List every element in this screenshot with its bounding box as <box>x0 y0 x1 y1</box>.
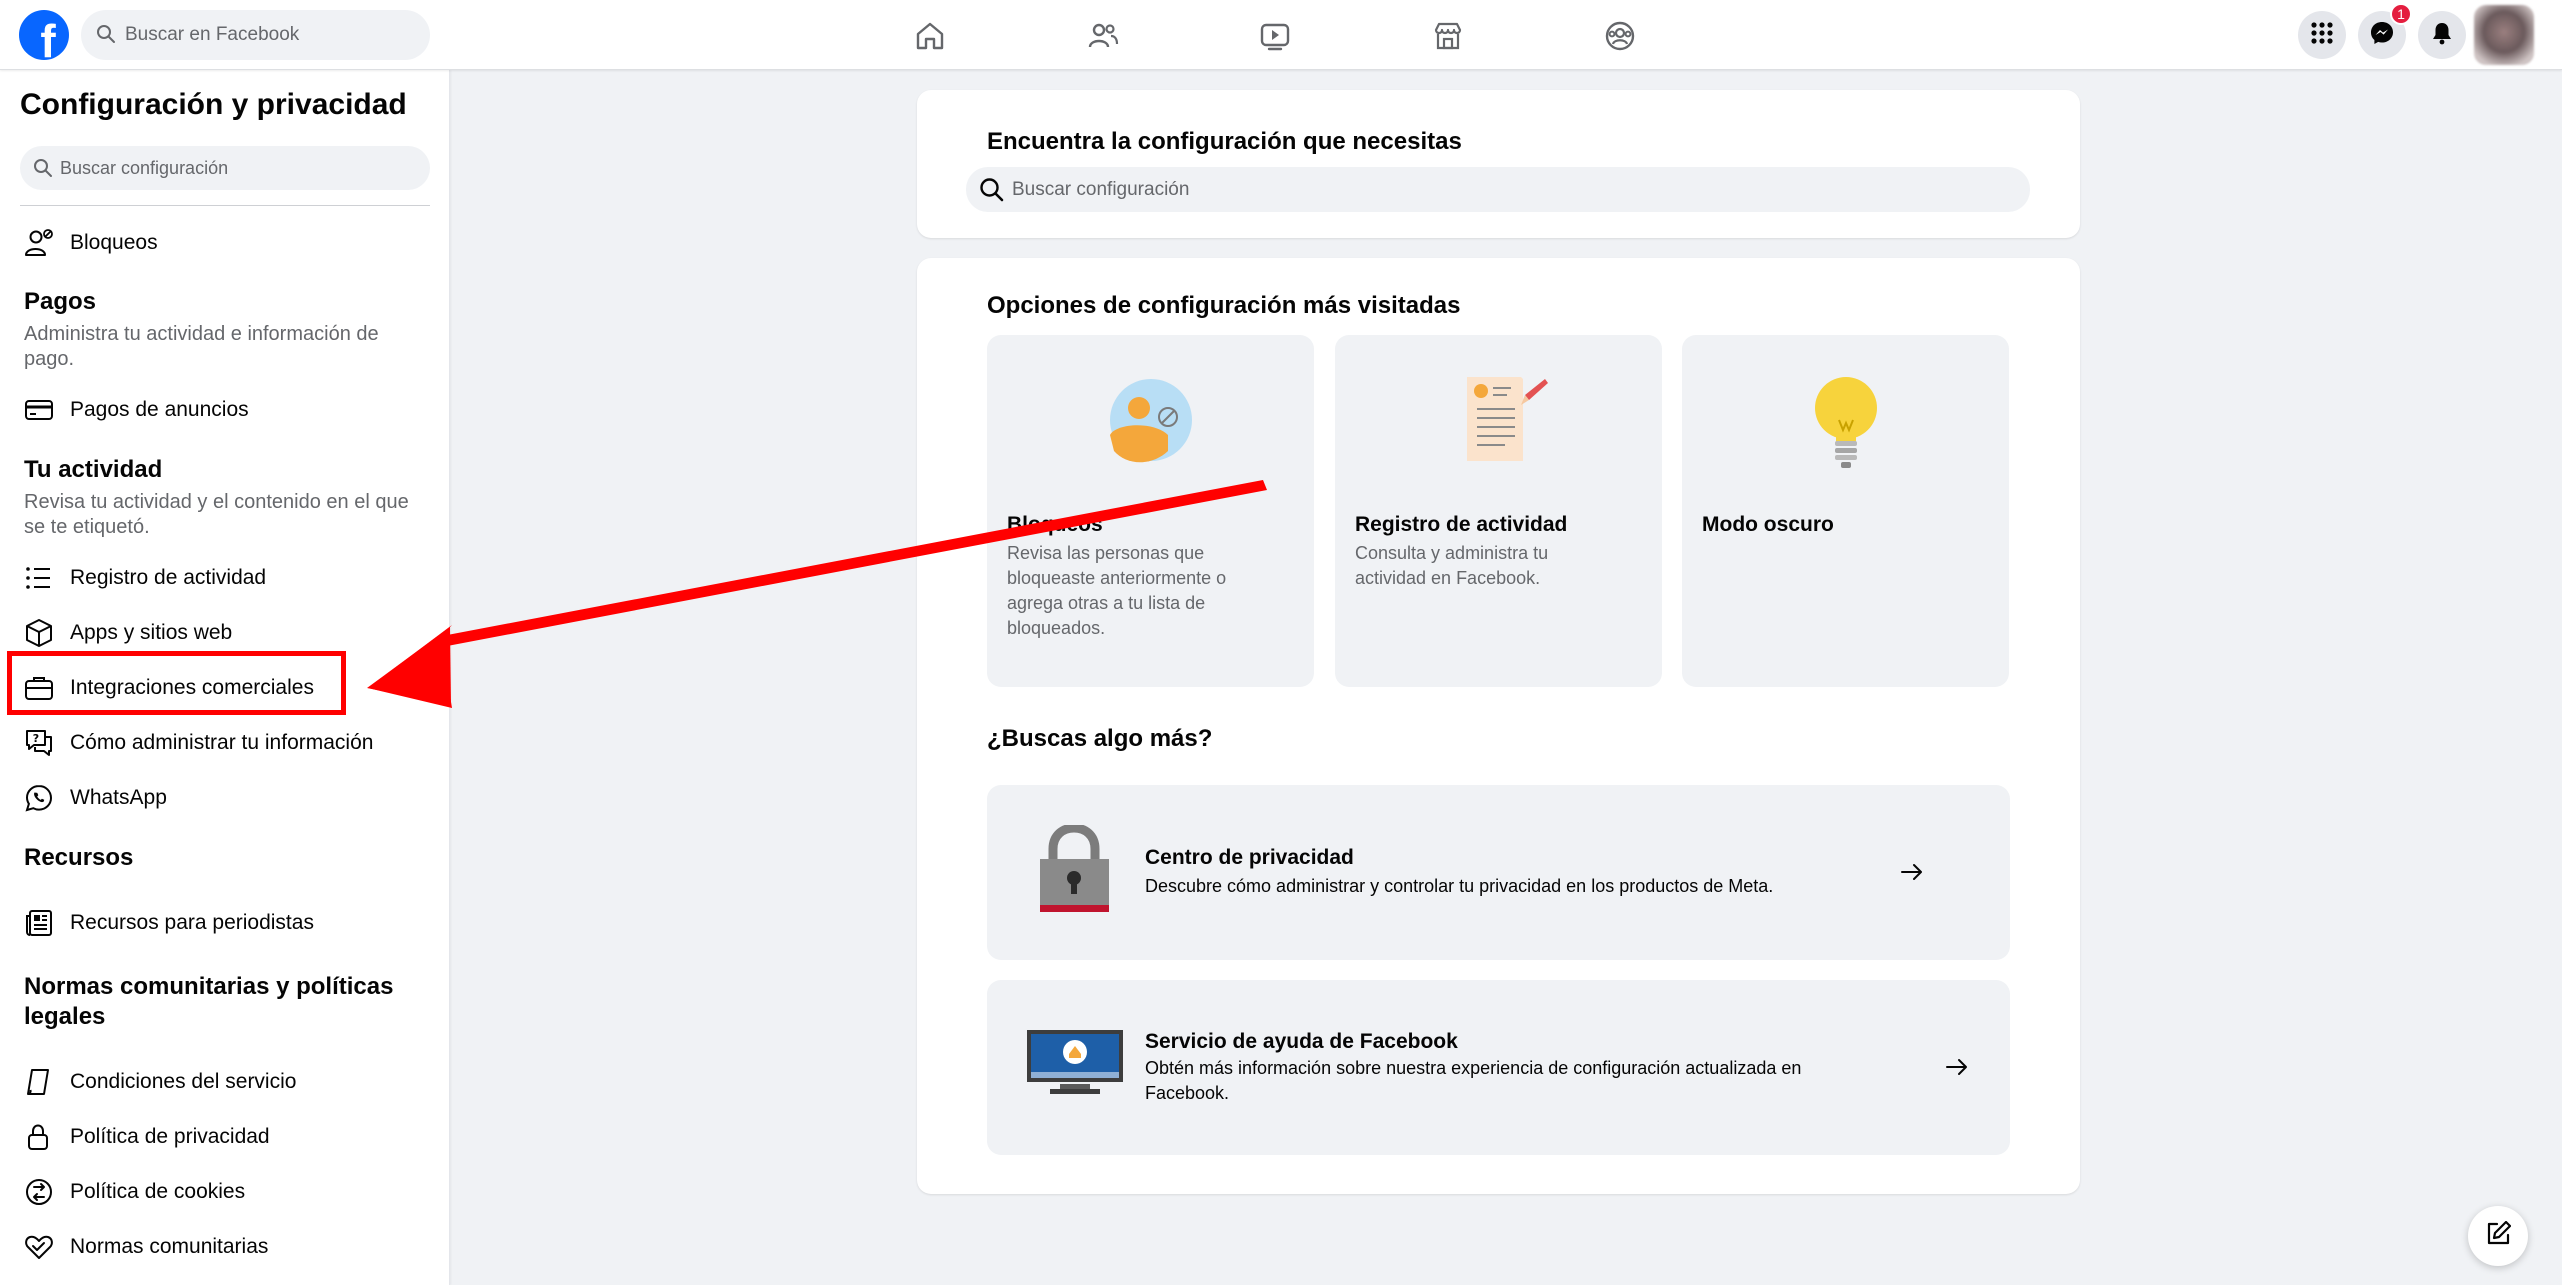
tile-title: Modo oscuro <box>1702 513 1834 536</box>
facebook-search-placeholder: Buscar en Facebook <box>125 24 300 45</box>
facebook-logo-icon[interactable]: f <box>19 10 69 60</box>
sidebar-item-pagos-anuncios[interactable]: Pagos de anuncios <box>24 390 249 430</box>
sidebar-item-label: Política de cookies <box>70 1180 246 1203</box>
whatsapp-icon <box>24 781 58 815</box>
cookie-icon <box>24 1175 58 1209</box>
section-pagos: Pagos <box>24 288 97 315</box>
bell-icon <box>2430 21 2454 50</box>
lightbulb-icon <box>1682 375 2009 475</box>
privacy-center-link[interactable]: Centro de privacidad Descubre cómo admin… <box>987 785 2010 960</box>
groups-icon[interactable] <box>1600 16 1640 56</box>
menu-grid-button[interactable] <box>2298 11 2346 59</box>
arrow-right-icon <box>1897 857 1927 887</box>
lock-icon <box>24 1120 58 1154</box>
sidebar-item-condiciones-servicio[interactable]: Condiciones del servicio <box>24 1062 296 1102</box>
sidebar-item-label: Política de privacidad <box>70 1125 270 1148</box>
marketplace-icon[interactable] <box>1428 16 1468 56</box>
cube-icon <box>24 616 58 650</box>
tile-description: Consulta y administra tu actividad en Fa… <box>1355 543 1549 588</box>
document-icon <box>24 1065 58 1099</box>
sidebar-item-whatsapp[interactable]: WhatsApp <box>24 778 167 818</box>
row-description: Descubre cómo administrar y controlar tu… <box>1145 876 1774 896</box>
section-tu-actividad: Tu actividad <box>24 456 163 483</box>
sidebar-item-label: Recursos para periodistas <box>70 911 314 934</box>
main-search-placeholder: Buscar configuración <box>1012 178 1190 200</box>
activity-log-icon <box>1335 375 1662 465</box>
tile-modo-oscuro[interactable]: Modo oscuro <box>1682 335 2009 687</box>
facebook-help-center-link[interactable]: Servicio de ayuda de Facebook Obtén más … <box>987 980 2010 1155</box>
messenger-button[interactable]: 1 <box>2358 3 2412 59</box>
row-title: Centro de privacidad <box>1145 846 1354 869</box>
search-icon <box>33 158 53 183</box>
section-pagos-description: Administra tu actividad e información de… <box>24 323 379 370</box>
most-visited-title: Opciones de configuración más visitadas <box>987 292 1461 319</box>
sidebar-item-registro-actividad[interactable]: Registro de actividad <box>24 558 266 598</box>
row-description: Obtén más información sobre nuestra expe… <box>1145 1058 1802 1103</box>
new-message-button[interactable] <box>2468 1206 2528 1266</box>
sidebar-item-label: Bloqueos <box>70 231 158 254</box>
find-settings-title: Encuentra la configuración que necesitas <box>987 128 1462 155</box>
sidebar-search-placeholder: Buscar configuración <box>60 157 229 178</box>
messenger-icon <box>2369 20 2395 51</box>
sidebar-item-label: Pagos de anuncios <box>70 398 249 421</box>
search-icon <box>96 24 116 50</box>
sidebar-item-label: Condiciones del servicio <box>70 1070 297 1093</box>
help-monitor-icon <box>1025 1028 1125 1103</box>
svg-text:?: ? <box>33 732 39 745</box>
tile-description: Revisa las personas que bloqueaste anter… <box>1007 543 1227 638</box>
arrow-right-icon <box>1942 1052 1972 1082</box>
profile-avatar[interactable] <box>2474 5 2534 65</box>
tile-title: Bloqueos <box>1007 513 1103 536</box>
top-navigation-bar: f Buscar en Facebook 1 <box>0 0 2562 70</box>
blocked-people-icon <box>987 375 1314 465</box>
sidebar-item-label: Apps y sitios web <box>70 621 233 644</box>
sidebar-title: Configuración y privacidad <box>20 88 407 121</box>
padlock-icon <box>1037 823 1112 920</box>
main-settings-search-input[interactable]: Buscar configuración <box>966 167 2030 212</box>
settings-sidebar: Configuración y privacidad Buscar config… <box>0 70 450 1285</box>
sidebar-item-label: Normas comunitarias <box>70 1235 269 1258</box>
heart-hands-icon <box>24 1230 58 1264</box>
sidebar-item-politica-cookies[interactable]: Política de cookies <box>24 1172 245 1212</box>
section-tu-actividad-description: Revisa tu actividad y el contenido en el… <box>24 491 409 538</box>
section-recursos: Recursos <box>24 844 134 871</box>
list-icon <box>24 561 58 595</box>
tile-registro-actividad[interactable]: Registro de actividad Consulta y adminis… <box>1335 335 1662 687</box>
compose-icon <box>2485 1220 2512 1252</box>
looking-for-more-title: ¿Buscas algo más? <box>987 725 1213 752</box>
annotation-highlight-box <box>7 651 346 715</box>
newspaper-icon <box>24 906 58 940</box>
blocked-user-icon <box>24 226 58 260</box>
sidebar-item-label: WhatsApp <box>70 786 167 809</box>
video-icon[interactable] <box>1255 16 1295 56</box>
sidebar-item-normas-comunitarias[interactable]: Normas comunitarias <box>24 1227 268 1267</box>
help-chat-icon: ? <box>24 726 58 760</box>
grid-icon <box>2310 21 2334 50</box>
tile-bloqueos[interactable]: Bloqueos Revisa las personas que bloquea… <box>987 335 1314 687</box>
home-icon[interactable] <box>910 16 950 56</box>
sidebar-search-input[interactable]: Buscar configuración <box>20 146 430 190</box>
notifications-button[interactable] <box>2418 11 2466 59</box>
sidebar-item-label: Cómo administrar tu información <box>70 731 374 754</box>
find-settings-card: Encuentra la configuración que necesitas <box>917 90 2080 238</box>
sidebar-item-recursos-periodistas[interactable]: Recursos para periodistas <box>24 903 314 943</box>
search-icon <box>979 177 1005 209</box>
sidebar-item-como-administrar[interactable]: ? Cómo administrar tu información <box>24 723 373 763</box>
tile-title: Registro de actividad <box>1355 513 1568 536</box>
card-icon <box>24 393 58 427</box>
facebook-search-input[interactable]: Buscar en Facebook <box>81 10 430 60</box>
friends-icon[interactable] <box>1083 16 1123 56</box>
sidebar-item-label: Registro de actividad <box>70 566 267 589</box>
section-normas-politicas: Normas comunitarias y políticas legales <box>24 973 394 1030</box>
sidebar-item-politica-privacidad[interactable]: Política de privacidad <box>24 1117 270 1157</box>
messenger-badge: 1 <box>2390 3 2412 25</box>
sidebar-item-bloqueos[interactable]: Bloqueos <box>24 223 158 263</box>
row-title: Servicio de ayuda de Facebook <box>1145 1030 1458 1053</box>
sidebar-divider <box>20 205 430 206</box>
sidebar-item-apps-sitios-web[interactable]: Apps y sitios web <box>24 613 232 653</box>
